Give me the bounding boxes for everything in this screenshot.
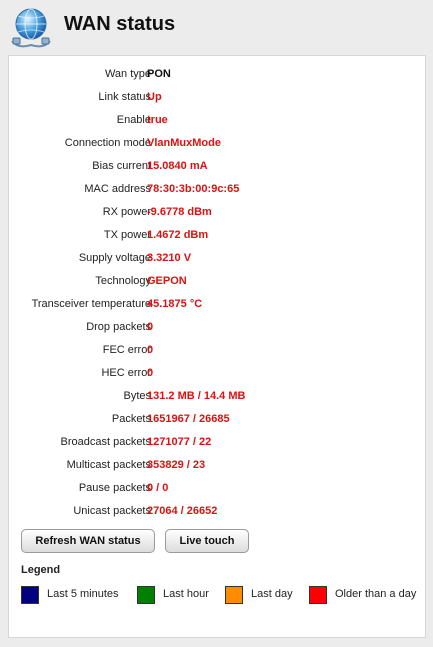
status-row: Bytes 131.2 MB / 14.4 MB — [9, 386, 427, 406]
legend-swatch — [137, 586, 155, 604]
refresh-wan-status-button[interactable]: Refresh WAN status — [21, 529, 155, 553]
status-value: 1.4672 dBm — [147, 229, 209, 241]
status-label: Packets — [111, 413, 151, 425]
status-row: Technology GEPON — [9, 271, 427, 291]
legend-swatch — [309, 586, 327, 604]
status-value: 0 — [147, 344, 154, 356]
status-value: 78:30:3b:00:9c:65 — [147, 183, 240, 195]
status-value: VlanMuxMode — [147, 137, 221, 149]
status-value: 27064 / 26652 — [147, 505, 218, 517]
legend-label: Last day — [251, 588, 293, 600]
status-label: Broadcast packets — [60, 436, 152, 448]
status-label: HEC error — [101, 367, 151, 379]
status-value: 0 — [147, 321, 154, 333]
legend-swatch — [225, 586, 243, 604]
status-label: Drop packets — [86, 321, 151, 333]
status-row: Link status Up — [9, 87, 427, 107]
globe-network-icon — [11, 8, 51, 48]
status-row: Pause packets 0 / 0 — [9, 478, 427, 498]
status-label: Supply voltage — [78, 252, 151, 264]
page-header: WAN status — [0, 0, 433, 50]
status-label: TX power — [103, 229, 151, 241]
legend-title: Legend — [21, 564, 61, 576]
page-title: WAN status — [64, 13, 176, 35]
status-row: RX power -9.6778 dBm — [9, 202, 427, 222]
status-row: Connection mode VlanMuxMode — [9, 133, 427, 153]
status-row: Unicast packets 27064 / 26652 — [9, 501, 427, 521]
status-label: Multicast packets — [66, 459, 151, 471]
status-label: Bias current — [92, 160, 151, 172]
status-row: MAC address 78:30:3b:00:9c:65 — [9, 179, 427, 199]
status-row: Packets 1651967 / 26685 — [9, 409, 427, 429]
legend-label: Last 5 minutes — [47, 588, 119, 600]
status-label: MAC address — [84, 183, 151, 195]
status-label: FEC error — [102, 344, 151, 356]
status-value: 0 / 0 — [147, 482, 169, 494]
legend-swatch — [21, 586, 39, 604]
status-label: RX power — [102, 206, 151, 218]
status-value: Up — [147, 91, 162, 103]
status-value: 15.0840 mA — [147, 160, 208, 172]
status-label: Enable — [116, 114, 151, 126]
status-value: 3.3210 V — [147, 252, 192, 264]
status-value: GEPON — [147, 275, 187, 287]
status-value: 353829 / 23 — [147, 459, 206, 471]
status-row: Supply voltage 3.3210 V — [9, 248, 427, 268]
status-value: 1271077 / 22 — [147, 436, 212, 448]
status-row: Bias current 15.0840 mA — [9, 156, 427, 176]
status-label: Connection mode — [64, 137, 151, 149]
status-value: 0 — [147, 367, 154, 379]
status-value: 1651967 / 26685 — [147, 413, 230, 425]
live-touch-button[interactable]: Live touch — [165, 529, 249, 553]
status-row: TX power 1.4672 dBm — [9, 225, 427, 245]
status-row: Multicast packets 353829 / 23 — [9, 455, 427, 475]
status-row: Transceiver temperature 45.1875 °C — [9, 294, 427, 314]
status-row: Enable true — [9, 110, 427, 130]
status-value: true — [147, 114, 168, 126]
legend-label: Last hour — [163, 588, 209, 600]
status-value: 45.1875 °C — [147, 298, 203, 310]
status-value: -9.6778 dBm — [147, 206, 212, 218]
status-value: PON — [147, 68, 171, 80]
status-row: Broadcast packets 1271077 / 22 — [9, 432, 427, 452]
status-row: HEC error 0 — [9, 363, 427, 383]
status-value: 131.2 MB / 14.4 MB — [147, 390, 246, 402]
status-label: Wan type — [104, 68, 151, 80]
status-label: Link status — [98, 91, 151, 103]
status-label: Transceiver temperature — [31, 298, 151, 310]
legend-label: Older than a day — [335, 588, 417, 600]
status-label: Technology — [95, 275, 151, 287]
status-row: FEC error 0 — [9, 340, 427, 360]
status-row: Drop packets 0 — [9, 317, 427, 337]
wan-status-panel: Wan type PON Link status Up Enable true Connec… — [8, 55, 426, 638]
status-row: Wan type PON — [9, 64, 427, 84]
status-label: Unicast packets — [73, 505, 151, 517]
status-label: Pause packets — [78, 482, 151, 494]
